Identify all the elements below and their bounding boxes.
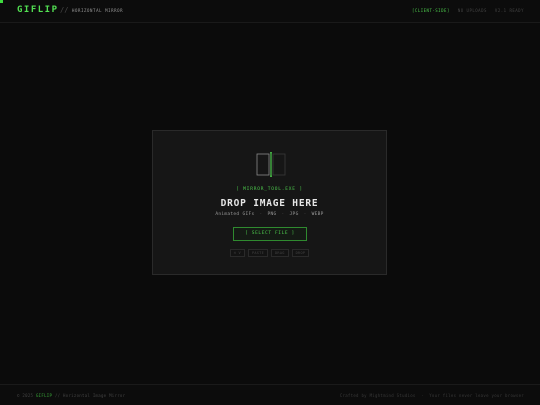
brand-separator: // <box>60 6 69 14</box>
header-link-client-side[interactable]: [CLIENT-SIDE] <box>412 8 450 13</box>
corner-accent <box>0 0 3 3</box>
tool-label: [ MIRROR_TOOL.EXE ] <box>236 187 303 192</box>
format-webp: WEBP <box>311 212 324 217</box>
footer-info: Crafted by Mightmind Studios · Your file… <box>339 393 524 398</box>
shortcut-hint: ⌘ V <box>229 249 245 257</box>
footer-author[interactable]: Crafted by Mightmind Studios <box>340 393 416 398</box>
shortcut-hint: PASTE <box>247 249 268 257</box>
format-divider: · <box>303 212 307 217</box>
header-link-no-uploads[interactable]: NO UPLOADS <box>458 8 487 13</box>
footer-copyright: © 2025 <box>17 393 34 398</box>
footer-privacy-note: Your files never leave your browser <box>429 393 524 398</box>
app-subtitle: HORIZONTAL MIRROR <box>72 8 124 13</box>
header-link-version[interactable]: V2.1 READY <box>495 8 524 13</box>
footer-brand[interactable]: GIFLIP <box>36 393 52 398</box>
mirror-icon <box>256 152 286 177</box>
footer-tagline: // Horizontal Image Mirror <box>54 393 126 398</box>
footer: © 2025 GIFLIP // Horizontal Image Mirror… <box>0 384 540 405</box>
drop-title: DROP IMAGE HERE <box>220 198 319 209</box>
image-drop-zone[interactable]: [ MIRROR_TOOL.EXE ] DROP IMAGE HERE Anim… <box>152 130 387 275</box>
format-divider: · <box>259 212 263 217</box>
input-shortcut-hints: ⌘ V PASTE DRAG DROP <box>153 249 386 257</box>
brand-logo[interactable]: GIFLIP <box>17 5 59 15</box>
format-jpg: JPG <box>289 212 299 217</box>
shortcut-hint: DRAG <box>271 249 289 257</box>
footer-credit: © 2025 GIFLIP // Horizontal Image Mirror <box>17 393 125 398</box>
shortcut-hint: DROP <box>291 249 310 257</box>
select-file-button[interactable]: [ SELECT FILE ] <box>233 227 307 241</box>
header-status-links: [CLIENT-SIDE] NO UPLOADS V2.1 READY <box>412 8 524 13</box>
app-page: GIFLIP // HORIZONTAL MIRROR [CLIENT-SIDE… <box>0 0 540 405</box>
supported-formats: Animated GIFs · PNG · JPG · WEBP <box>153 212 386 217</box>
format-divider: · <box>281 212 285 217</box>
format-gif: Animated GIFs <box>215 212 255 217</box>
format-png: PNG <box>267 212 277 217</box>
top-bar: GIFLIP // HORIZONTAL MIRROR [CLIENT-SIDE… <box>0 0 540 23</box>
